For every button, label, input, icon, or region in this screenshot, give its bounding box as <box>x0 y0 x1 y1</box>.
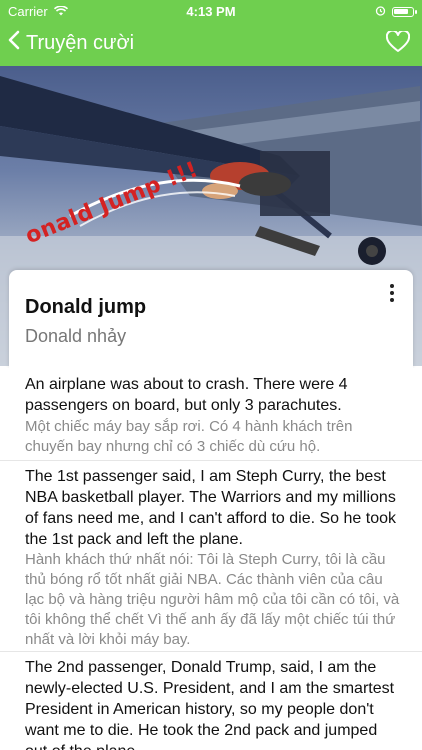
story-subtitle: Donald nhảy <box>25 326 127 346</box>
divider <box>0 651 422 652</box>
favorite-button[interactable] <box>385 29 411 58</box>
alarm-icon <box>375 4 386 19</box>
story-content: An airplane was about to crash. There we… <box>0 368 422 750</box>
paragraph-vi-2: Hành khách thứ nhất nói: Tôi là Steph Cu… <box>25 551 400 648</box>
more-vertical-icon <box>390 284 394 288</box>
top-bar: Carrier 4:13 PM Truyện cười <box>0 0 422 66</box>
paragraph-en-2: The 1st passenger said, I am Steph Curry… <box>25 468 397 548</box>
divider <box>0 460 422 461</box>
more-options-button[interactable] <box>387 284 397 305</box>
battery-icon <box>392 6 417 17</box>
status-time: 4:13 PM <box>186 4 236 19</box>
status-bar: Carrier 4:13 PM <box>0 0 422 22</box>
navigation-bar: Truyện cười <box>0 22 422 66</box>
story-title: Donald jump <box>25 296 147 318</box>
paragraph-en-3: The 2nd passenger, Donald Trump, said, I… <box>25 659 395 750</box>
paragraph-en-1: An airplane was about to crash. There we… <box>25 376 348 414</box>
chevron-left-icon <box>8 30 20 56</box>
heart-icon <box>385 29 411 57</box>
story-header-card: Donald jump Donald nhảy <box>9 270 413 368</box>
back-button[interactable]: Truyện cười <box>8 30 134 56</box>
paragraph-vi-1: Một chiếc máy bay sắp rơi. Có 4 hành khá… <box>25 418 353 455</box>
back-label: Truyện cười <box>26 31 135 54</box>
